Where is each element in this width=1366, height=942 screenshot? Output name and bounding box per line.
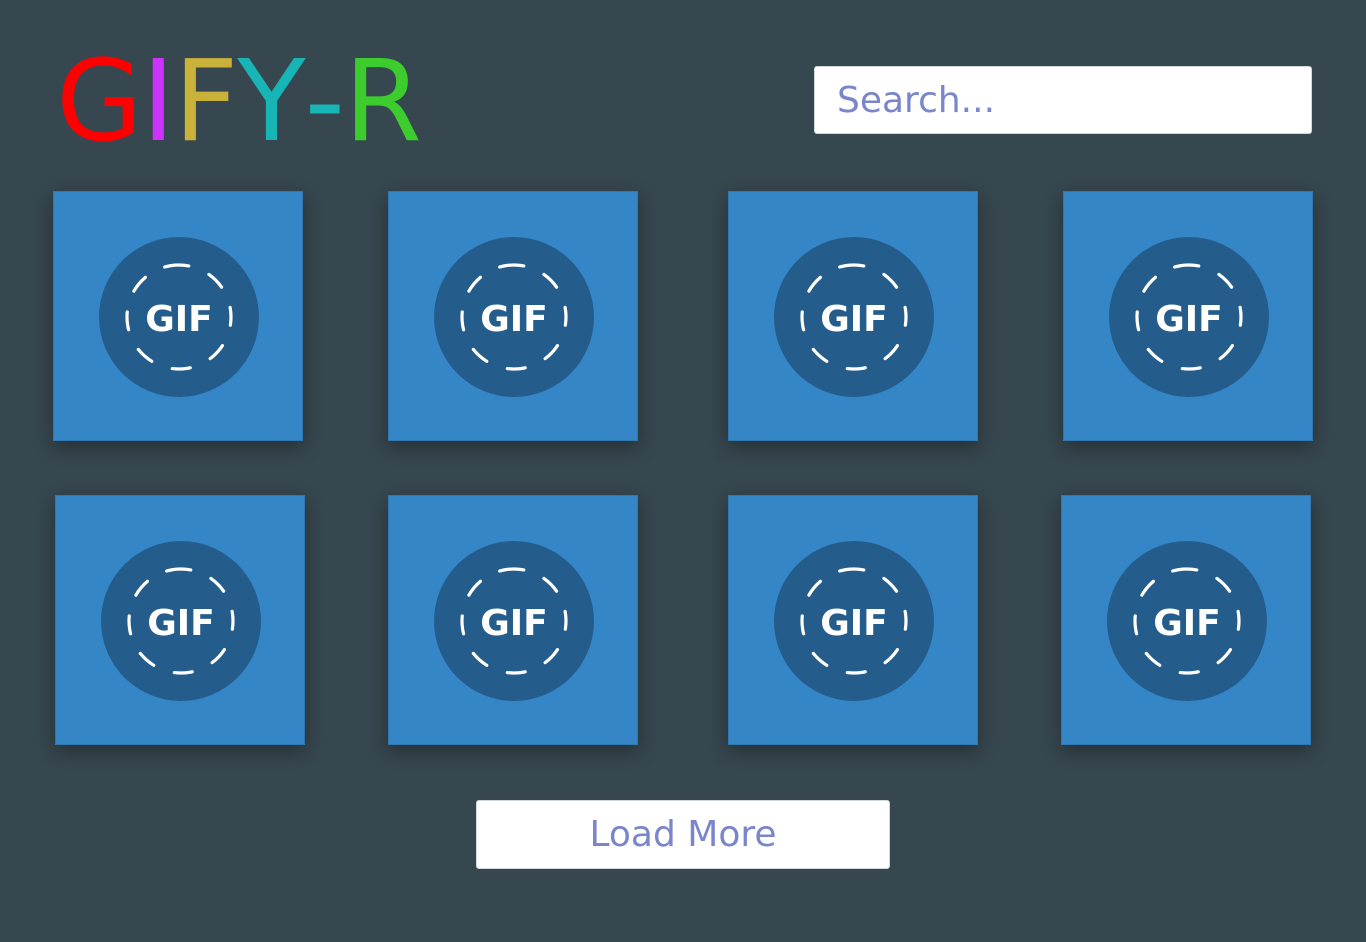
gif-tile-7[interactable]: GIF bbox=[728, 495, 978, 745]
gif-placeholder-icon: GIF bbox=[1109, 237, 1269, 397]
gif-tile-5[interactable]: GIF bbox=[55, 495, 305, 745]
logo-letter-g: G bbox=[56, 37, 143, 167]
gif-placeholder-icon: GIF bbox=[99, 237, 259, 397]
logo-letter-i: I bbox=[141, 37, 175, 167]
gif-placeholder-icon: GIF bbox=[1107, 541, 1267, 701]
logo-letter-r: R bbox=[344, 37, 422, 167]
logo-letter-f: F bbox=[173, 37, 238, 167]
gif-label: GIF bbox=[820, 603, 888, 644]
gif-label: GIF bbox=[480, 299, 548, 340]
gif-placeholder-icon: GIF bbox=[434, 237, 594, 397]
load-more-button[interactable]: Load More bbox=[476, 800, 890, 869]
logo-letter-y: Y bbox=[237, 37, 305, 167]
gif-label: GIF bbox=[480, 603, 548, 644]
gif-placeholder-icon: GIF bbox=[774, 541, 934, 701]
gif-placeholder-icon: GIF bbox=[774, 237, 934, 397]
gif-label: GIF bbox=[1153, 603, 1221, 644]
gif-tile-3[interactable]: GIF bbox=[728, 191, 978, 441]
gif-tile-8[interactable]: GIF bbox=[1061, 495, 1311, 745]
gif-tile-2[interactable]: GIF bbox=[388, 191, 638, 441]
gif-label: GIF bbox=[145, 299, 213, 340]
gify-r-page: GIFY-R GIF GIF GIF GIF bbox=[0, 0, 1366, 942]
gif-placeholder-icon: GIF bbox=[434, 541, 594, 701]
search-input[interactable] bbox=[814, 66, 1312, 134]
app-logo: GIFY-R bbox=[56, 37, 422, 167]
gif-label: GIF bbox=[820, 299, 888, 340]
gif-tile-4[interactable]: GIF bbox=[1063, 191, 1313, 441]
gif-tile-6[interactable]: GIF bbox=[388, 495, 638, 745]
logo-dash: - bbox=[304, 37, 345, 167]
gif-placeholder-icon: GIF bbox=[101, 541, 261, 701]
gif-label: GIF bbox=[1155, 299, 1223, 340]
gif-tile-1[interactable]: GIF bbox=[53, 191, 303, 441]
gif-label: GIF bbox=[147, 603, 215, 644]
